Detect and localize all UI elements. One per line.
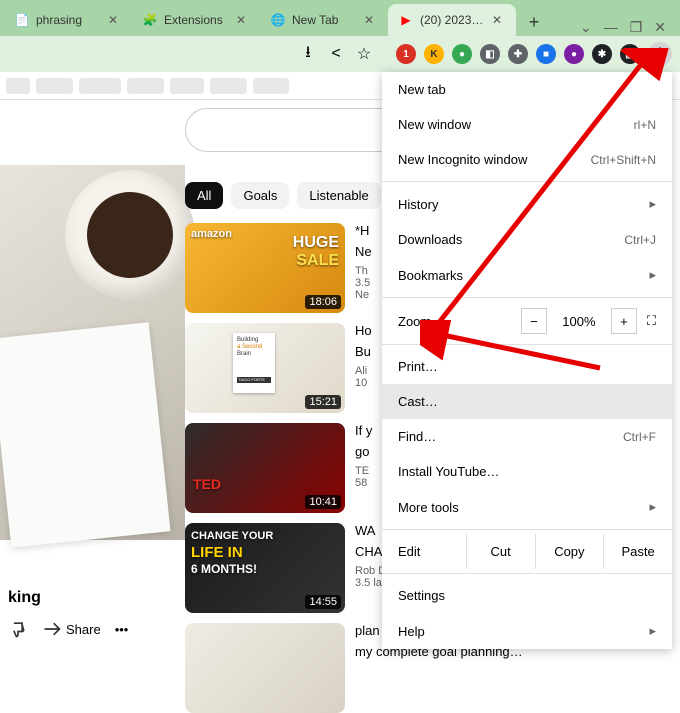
more-menu-button[interactable]: ⋮ <box>648 42 672 66</box>
video-thumbnail[interactable]: amazon HUGE SALE 18:06 <box>185 223 345 313</box>
menu-install[interactable]: Install YouTube… <box>382 454 672 489</box>
tab-label: phrasing <box>36 13 102 27</box>
fullscreen-icon[interactable]: ⛶ <box>647 313 656 329</box>
tab-phrasing[interactable]: 📄 phrasing ✕ <box>4 4 132 36</box>
chip-goals[interactable]: Goals <box>231 182 289 209</box>
toolbar: ⭳ < ☆ 1 K ● ◧ ✚ ■ ● ✱ ▣ ⋮ <box>0 36 680 72</box>
chevron-down-icon[interactable]: ⌄ <box>580 19 592 36</box>
video-duration: 18:06 <box>305 295 341 309</box>
window-controls: ⌄ — ❐ ✕ <box>580 19 676 36</box>
extension-icon[interactable]: ✱ <box>592 44 612 64</box>
extension-icon[interactable]: ■ <box>536 44 556 64</box>
tab-label: New Tab <box>292 13 358 27</box>
menu-find[interactable]: Find…Ctrl+F <box>382 419 672 454</box>
new-tab-button[interactable]: + <box>520 8 548 36</box>
chrome-icon: 🌐 <box>270 12 286 28</box>
menu-history[interactable]: History▸ <box>382 186 672 222</box>
bookmark-item[interactable]: aaaa <box>127 78 163 94</box>
tab-extensions[interactable]: 🧩 Extensions ✕ <box>132 4 260 36</box>
video-duration: 10:41 <box>305 495 341 509</box>
left-column: king Share ••• <box>0 100 185 655</box>
bookmark-item[interactable]: aaaa <box>36 78 72 94</box>
share-icon[interactable]: < <box>326 44 346 64</box>
close-icon[interactable]: ✕ <box>492 13 506 27</box>
download-icon[interactable]: ⭳ <box>298 44 318 64</box>
puzzle-icon: 🧩 <box>142 12 158 28</box>
menu-cast[interactable]: Cast… <box>382 384 672 419</box>
channel-suffix: king <box>8 589 177 607</box>
extension-icon[interactable]: ◧ <box>480 44 500 64</box>
bookmark-item[interactable]: nglis <box>170 78 205 94</box>
menu-cut[interactable]: Cut <box>467 534 536 569</box>
video-thumbnail[interactable]: CHANGE YOUR LIFE IN 6 MONTHS! 14:55 <box>185 523 345 613</box>
menu-copy[interactable]: Copy <box>536 534 605 569</box>
video-thumbnail[interactable]: TED 10:41 <box>185 423 345 513</box>
share-button[interactable]: Share <box>42 619 101 639</box>
close-icon[interactable]: ✕ <box>364 13 378 27</box>
video-thumbnail[interactable] <box>185 623 345 713</box>
tab-label: (20) 2023 PLA <box>420 13 486 27</box>
extension-icon[interactable]: ✚ <box>508 44 528 64</box>
close-icon[interactable]: ✕ <box>108 13 122 27</box>
bookmark-item[interactable]: aaaa <box>253 78 289 94</box>
star-icon[interactable]: ☆ <box>354 44 374 64</box>
chrome-menu: New tab New windowrl+N New Incognito win… <box>382 72 672 649</box>
zoom-value: 100% <box>557 314 601 329</box>
video-actions: Share ••• <box>8 619 177 639</box>
menu-edit-label: Edit <box>382 534 467 569</box>
chip-all[interactable]: All <box>185 182 223 209</box>
menu-new-window[interactable]: New windowrl+N <box>382 107 672 142</box>
menu-downloads[interactable]: DownloadsCtrl+J <box>382 222 672 257</box>
extension-icon[interactable]: ● <box>452 44 472 64</box>
extension-icon[interactable]: 1 <box>396 44 416 64</box>
tab-label: Extensions <box>164 13 230 27</box>
tab-newtab[interactable]: 🌐 New Tab ✕ <box>260 4 388 36</box>
menu-new-tab[interactable]: New tab <box>382 72 672 107</box>
bookmark-item[interactable]: ho <box>6 78 30 94</box>
video-duration: 15:21 <box>305 395 341 409</box>
video-thumbnail[interactable]: Buildinga SecondBrain TIAGO FORTE 15:21 <box>185 323 345 413</box>
chip-listenable[interactable]: Listenable <box>297 182 380 209</box>
menu-paste[interactable]: Paste <box>604 534 672 569</box>
share-label: Share <box>66 622 101 637</box>
menu-print[interactable]: Print… <box>382 349 672 384</box>
menu-edit-row: Edit Cut Copy Paste <box>382 534 672 569</box>
tab-favicon: 📄 <box>14 12 30 28</box>
menu-zoom: Zoom − 100% + ⛶ <box>382 302 672 340</box>
youtube-icon: ▶ <box>398 12 414 28</box>
close-icon[interactable]: ✕ <box>236 13 250 27</box>
dislike-button[interactable] <box>8 619 28 639</box>
extension-icon[interactable]: K <box>424 44 444 64</box>
tab-strip: 📄 phrasing ✕ 🧩 Extensions ✕ 🌐 New Tab ✕ … <box>0 0 680 36</box>
bookmark-item[interactable]: aaaa <box>210 78 246 94</box>
bookmark-item[interactable]: aaaaa <box>79 78 122 94</box>
restore-icon[interactable]: ❐ <box>630 19 643 36</box>
video-duration: 14:55 <box>305 595 341 609</box>
zoom-out-button[interactable]: − <box>521 308 547 334</box>
minimize-icon[interactable]: — <box>604 19 618 36</box>
close-icon[interactable]: ✕ <box>654 19 666 36</box>
hero-image <box>0 165 185 540</box>
zoom-label: Zoom <box>398 314 511 329</box>
tab-youtube[interactable]: ▶ (20) 2023 PLA ✕ <box>388 4 516 36</box>
more-actions-button[interactable]: ••• <box>115 622 129 637</box>
menu-settings[interactable]: Settings <box>382 578 672 613</box>
zoom-in-button[interactable]: + <box>611 308 637 334</box>
menu-bookmarks[interactable]: Bookmarks▸ <box>382 257 672 293</box>
extension-icon[interactable]: ▣ <box>620 44 640 64</box>
menu-incognito[interactable]: New Incognito windowCtrl+Shift+N <box>382 142 672 177</box>
menu-help[interactable]: Help▸ <box>382 613 672 649</box>
planner-paper <box>0 322 171 548</box>
extension-icon[interactable]: ● <box>564 44 584 64</box>
coffee-cup <box>65 170 195 300</box>
menu-more-tools[interactable]: More tools▸ <box>382 489 672 525</box>
